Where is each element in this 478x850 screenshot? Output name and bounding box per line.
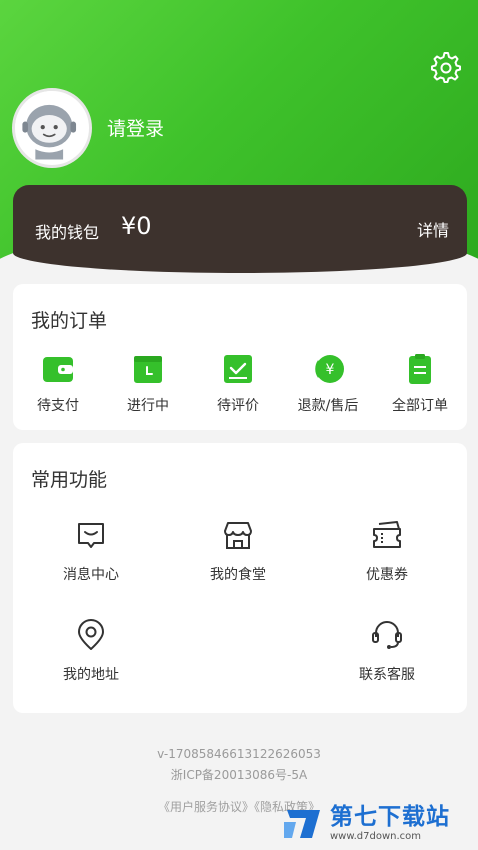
order-to-review[interactable]: 待评价 <box>193 352 283 416</box>
icp-text[interactable]: 浙ICP备20013086号-5A <box>0 766 478 783</box>
wallet-icon <box>43 357 73 382</box>
watermark-name: 第七下载站 <box>330 804 450 830</box>
watermark: 第七下载站 www.d7down.com <box>282 798 478 850</box>
orders-card: 我的订单 待支付 进行中 待评价 ¥ 退款/售后 全部订单 <box>13 284 467 430</box>
wallet-balance: ¥0 <box>121 212 152 240</box>
order-label: 全部订单 <box>392 398 448 414</box>
gear-icon[interactable] <box>428 50 462 84</box>
coupon-icon <box>373 521 401 548</box>
checkbox-icon <box>224 355 252 383</box>
avatar[interactable] <box>12 88 92 168</box>
canteen-icon <box>224 522 252 549</box>
clipboard-icon <box>409 354 431 384</box>
headset-icon <box>372 621 402 649</box>
functions-card: 常用功能 消息中心 我的食堂 优惠券 我的地址 联系客服 <box>13 443 467 713</box>
order-refund[interactable]: ¥ 退款/售后 <box>283 352 373 416</box>
wallet-card[interactable]: 我的钱包 ¥0 详情 <box>13 185 467 273</box>
functions-title: 常用功能 <box>31 469 108 491</box>
message-icon <box>78 523 104 548</box>
order-label: 待评价 <box>217 398 259 414</box>
refund-icon: ¥ <box>315 355 344 383</box>
orders-title: 我的订单 <box>31 310 108 332</box>
avatar-icon <box>15 91 84 160</box>
func-coupons[interactable]: 优惠券 <box>327 518 447 588</box>
func-label: 消息中心 <box>63 567 119 583</box>
func-label: 优惠券 <box>366 567 408 583</box>
func-label: 我的地址 <box>63 667 119 683</box>
wallet-detail-link[interactable]: 详情 <box>417 217 449 241</box>
watermark-url: www.d7down.com <box>330 831 422 842</box>
func-label: 联系客服 <box>359 667 415 683</box>
watermark-text: 第七下载站 www.d7down.com <box>330 804 450 844</box>
svg-text:¥: ¥ <box>326 362 335 378</box>
func-label: 我的食堂 <box>210 567 266 583</box>
order-in-progress[interactable]: 进行中 <box>103 352 193 416</box>
order-label: 退款/售后 <box>297 398 359 414</box>
func-my-canteen[interactable]: 我的食堂 <box>178 518 298 588</box>
func-message-center[interactable]: 消息中心 <box>31 518 151 588</box>
order-pending-payment[interactable]: 待支付 <box>13 352 103 416</box>
func-my-address[interactable]: 我的地址 <box>31 618 151 688</box>
order-label: 待支付 <box>37 398 79 414</box>
order-all[interactable]: 全部订单 <box>375 352 465 416</box>
login-link[interactable]: 请登录 <box>107 114 164 141</box>
func-customer-service[interactable]: 联系客服 <box>327 618 447 688</box>
watermark-logo-icon <box>284 810 320 838</box>
calendar-icon <box>134 356 162 383</box>
order-label: 进行中 <box>127 398 169 414</box>
version-text: v-17085846613122626053 <box>157 747 321 761</box>
location-icon <box>78 619 104 650</box>
wallet-label: 我的钱包 <box>35 223 100 242</box>
